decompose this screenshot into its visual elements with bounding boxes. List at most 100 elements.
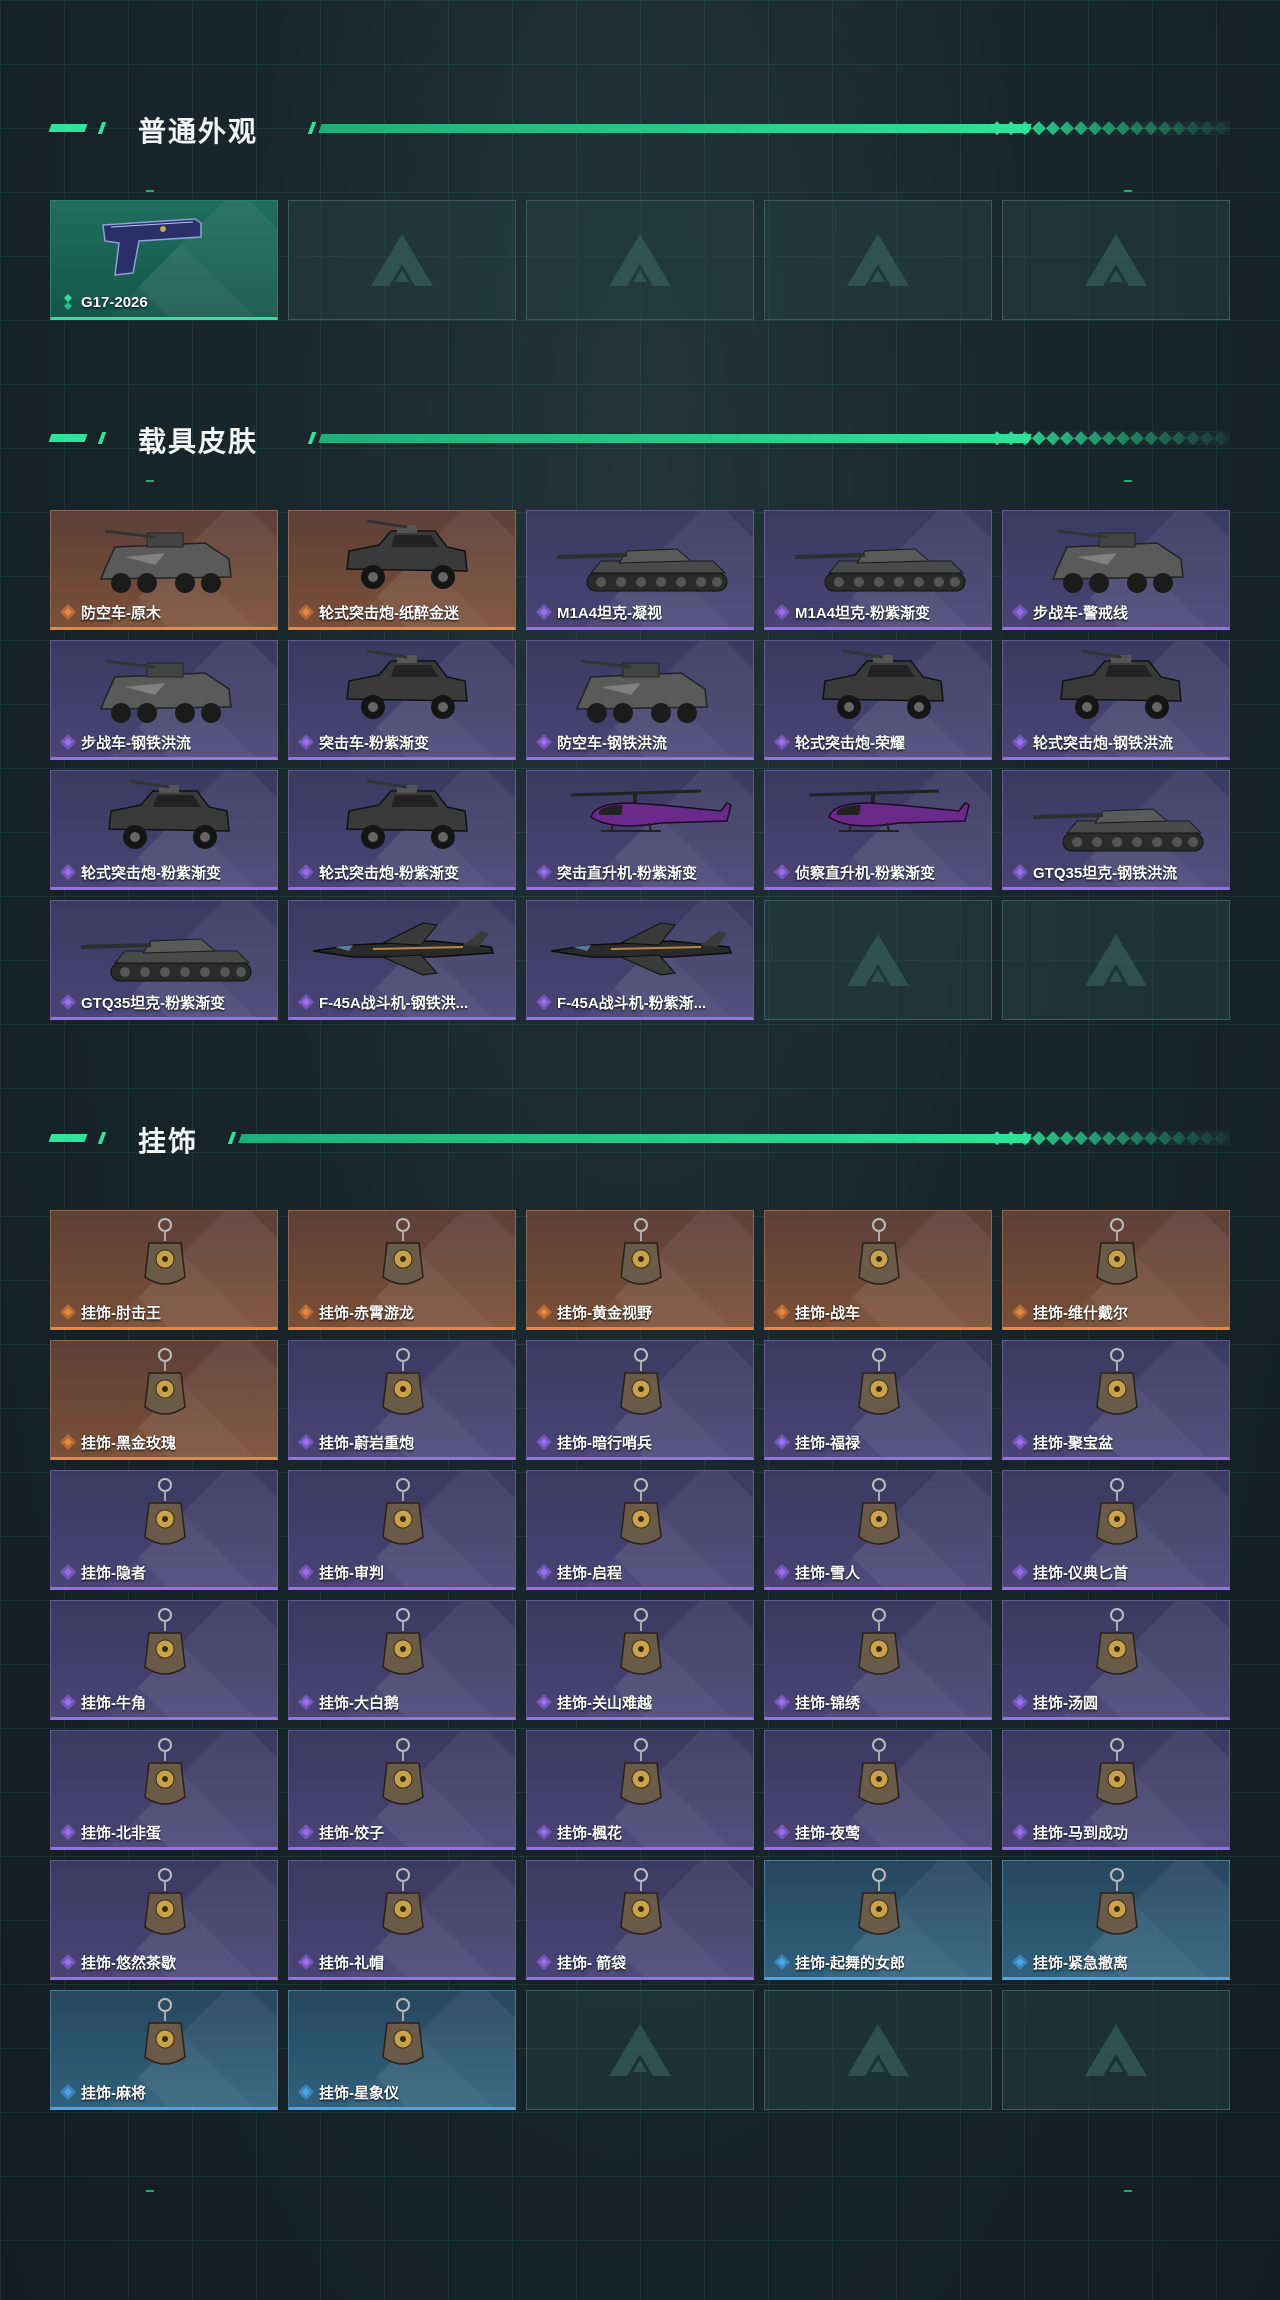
header-accent-tick <box>97 432 107 444</box>
item-card[interactable]: 挂饰-赤霄游龙 <box>288 1210 516 1330</box>
card-label-row: 挂饰-星象仪 <box>297 2081 511 2103</box>
rarity-purple-icon <box>1011 1693 1033 1711</box>
item-card[interactable]: GTQ35坦克-钢铁洪流 <box>1002 770 1230 890</box>
item-name: F-45A战斗机-钢铁洪... <box>319 994 469 1012</box>
item-card[interactable]: 挂饰-战车 <box>764 1210 992 1330</box>
item-name: 侦察直升机-粉紫渐变 <box>795 864 935 882</box>
rarity-blue-icon <box>59 2083 81 2101</box>
tank-icon <box>765 515 991 601</box>
item-card[interactable]: 防空车-原木 <box>50 510 278 630</box>
item-card[interactable]: 挂饰-牛角 <box>50 1600 278 1720</box>
item-card[interactable]: 突击车-粉紫渐变 <box>288 640 516 760</box>
item-card[interactable]: 挂饰-关山难越 <box>526 1600 754 1720</box>
item-card[interactable]: 挂饰-锦绣 <box>764 1600 992 1720</box>
item-card[interactable]: 挂饰-肘击王 <box>50 1210 278 1330</box>
item-name: 轮式突击炮-荣耀 <box>795 734 905 752</box>
item-name: M1A4坦克-粉紫渐变 <box>795 604 931 622</box>
item-name: 挂饰-关山难越 <box>557 1694 652 1712</box>
rarity-blue-icon <box>1011 1953 1033 1971</box>
item-card[interactable]: 轮式突击炮-粉紫渐变 <box>288 770 516 890</box>
logo-watermark-icon <box>847 934 909 986</box>
item-name: 步战车-警戒线 <box>1033 604 1128 622</box>
header-accent-dash <box>48 124 88 132</box>
charm-icon <box>1003 1475 1229 1561</box>
header-accent-tick <box>97 122 107 134</box>
card-label-row: 侦察直升机-粉紫渐变 <box>773 861 987 883</box>
item-card[interactable]: 挂饰-聚宝盆 <box>1002 1340 1230 1460</box>
item-name: GTQ35坦克-粉紫渐变 <box>81 994 226 1012</box>
item-card[interactable]: M1A4坦克-粉紫渐变 <box>764 510 992 630</box>
item-card[interactable]: 挂饰-起舞的女郎 <box>764 1860 992 1980</box>
rarity-purple-icon <box>59 1693 81 1711</box>
item-card[interactable]: 挂饰-黑金玫瑰 <box>50 1340 278 1460</box>
item-card[interactable]: 挂饰-隐者 <box>50 1470 278 1590</box>
logo-watermark-icon <box>609 2024 671 2076</box>
card-label-row: G17-2026 <box>59 291 273 313</box>
card-label-row: 挂饰-雪人 <box>773 1561 987 1583</box>
card-label-row: 挂饰-悠然茶歇 <box>59 1951 273 1973</box>
item-card[interactable]: 挂饰-饺子 <box>288 1730 516 1850</box>
item-card[interactable]: F-45A战斗机-钢铁洪... <box>288 900 516 1020</box>
item-card[interactable]: 挂饰-汤圆 <box>1002 1600 1230 1720</box>
item-card[interactable]: 挂饰-悠然茶歇 <box>50 1860 278 1980</box>
charm-icon <box>51 1605 277 1691</box>
logo-watermark-icon <box>1085 234 1147 286</box>
item-card[interactable]: F-45A战斗机-粉紫渐... <box>526 900 754 1020</box>
charm-icon <box>765 1215 991 1301</box>
rarity-blue-icon <box>773 1953 795 1971</box>
logo-watermark-icon <box>1085 934 1147 986</box>
rarity-blue-icon <box>297 2083 319 2101</box>
item-card[interactable]: 轮式突击炮-钢铁洪流 <box>1002 640 1230 760</box>
charm-icon <box>51 1215 277 1301</box>
item-card[interactable]: 挂饰-黄金视野 <box>526 1210 754 1330</box>
item-card[interactable]: 挂饰-福禄 <box>764 1340 992 1460</box>
header-accent-dash <box>48 434 88 442</box>
section-title: 挂饰 <box>138 1126 199 1157</box>
item-card[interactable]: 挂饰-大白鹅 <box>288 1600 516 1720</box>
item-card[interactable]: 防空车-钢铁洪流 <box>526 640 754 760</box>
item-card[interactable]: 挂饰-暗行哨兵 <box>526 1340 754 1460</box>
item-card[interactable]: 挂饰-楓花 <box>526 1730 754 1850</box>
jeep-icon <box>289 645 515 731</box>
item-card[interactable]: 轮式突击炮-荣耀 <box>764 640 992 760</box>
item-name: M1A4坦克-凝视 <box>557 604 663 622</box>
item-card[interactable]: 挂饰- 箭袋 <box>526 1860 754 1980</box>
item-card[interactable]: 突击直升机-粉紫渐变 <box>526 770 754 890</box>
item-card[interactable]: 挂饰-麻将 <box>50 1990 278 2110</box>
jeep-icon <box>1003 645 1229 731</box>
card-label-row: 防空车-原木 <box>59 601 273 623</box>
card-label-row: 挂饰-起舞的女郎 <box>773 1951 987 1973</box>
rarity-purple-icon <box>535 863 557 881</box>
item-card[interactable]: M1A4坦克-凝视 <box>526 510 754 630</box>
rarity-purple-icon <box>1011 1823 1033 1841</box>
item-card[interactable]: 步战车-钢铁洪流 <box>50 640 278 760</box>
item-card[interactable]: 挂饰-审判 <box>288 1470 516 1590</box>
item-card[interactable]: 挂饰-蔚岩重炮 <box>288 1340 516 1460</box>
tank-icon <box>51 905 277 991</box>
item-card[interactable]: 挂饰-星象仪 <box>288 1990 516 2110</box>
item-name: 挂饰-雪人 <box>795 1564 860 1582</box>
item-card[interactable]: 轮式突击炮-纸醉金迷 <box>288 510 516 630</box>
corner-mark <box>1124 190 1132 192</box>
item-card[interactable]: 挂饰-礼帽 <box>288 1860 516 1980</box>
card-label-row: 挂饰-肘击王 <box>59 1301 273 1323</box>
helicopter-icon <box>765 775 991 861</box>
item-name: 挂饰-紧急撤离 <box>1033 1954 1128 1972</box>
card-label-row: 挂饰-启程 <box>535 1561 749 1583</box>
item-card[interactable]: 挂饰-紧急撤离 <box>1002 1860 1230 1980</box>
item-card[interactable]: GTQ35坦克-粉紫渐变 <box>50 900 278 1020</box>
item-card[interactable]: 挂饰-夜莺 <box>764 1730 992 1850</box>
item-card[interactable]: G17-2026 <box>50 200 278 320</box>
item-card[interactable]: 挂饰-雪人 <box>764 1470 992 1590</box>
item-card[interactable]: 步战车-警戒线 <box>1002 510 1230 630</box>
item-card[interactable]: 挂饰-马到成功 <box>1002 1730 1230 1850</box>
item-card[interactable]: 挂饰-维什戴尔 <box>1002 1210 1230 1330</box>
rarity-green-icon <box>59 293 81 311</box>
item-card[interactable]: 轮式突击炮-粉紫渐变 <box>50 770 278 890</box>
item-card[interactable]: 侦察直升机-粉紫渐变 <box>764 770 992 890</box>
item-card[interactable]: 挂饰-启程 <box>526 1470 754 1590</box>
rarity-purple-icon <box>59 1823 81 1841</box>
item-card[interactable]: 挂饰-仪典匕首 <box>1002 1470 1230 1590</box>
item-card[interactable]: 挂饰-北非蛋 <box>50 1730 278 1850</box>
jet-icon <box>527 905 753 991</box>
